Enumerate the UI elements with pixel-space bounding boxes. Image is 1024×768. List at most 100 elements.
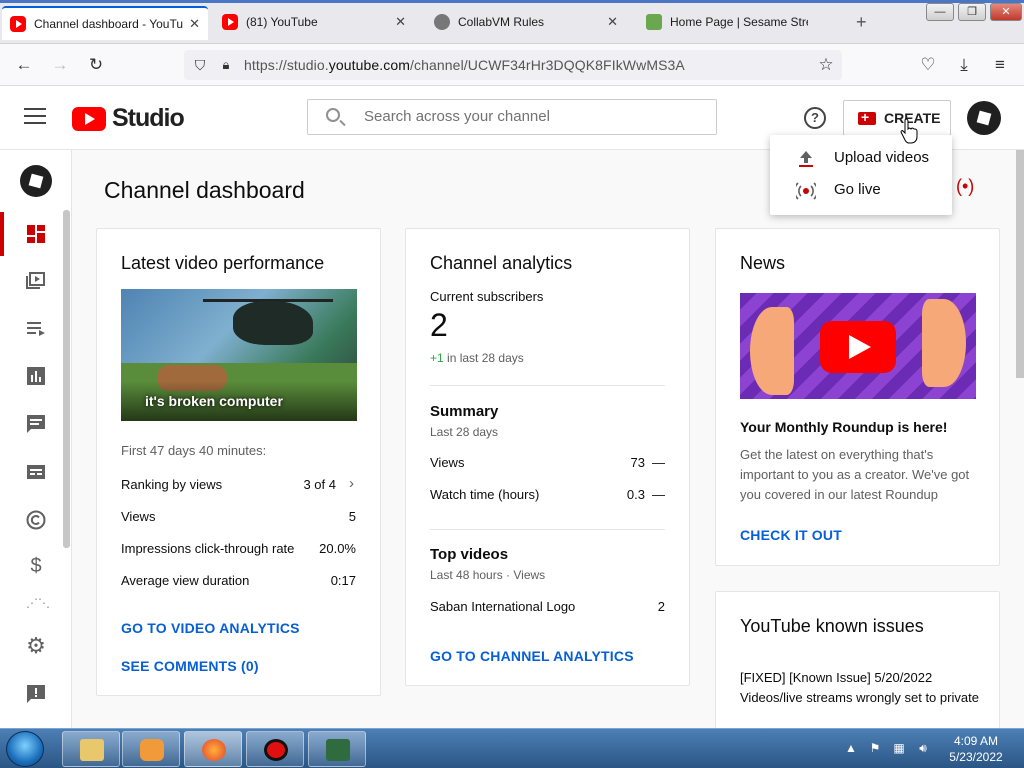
card-title: Latest video performance: [121, 253, 325, 273]
studio-logo[interactable]: Studio: [72, 104, 185, 133]
tab-sesame-street[interactable]: Home Page | Sesame Street: [638, 6, 816, 38]
stat-label: Average view duration: [121, 573, 250, 588]
news-body: Get the latest on everything that's impo…: [740, 447, 970, 502]
channel-avatar[interactable]: [20, 165, 52, 197]
sidebar-item-dashboard[interactable]: [0, 210, 68, 256]
chevron-right-icon[interactable]: ›: [349, 475, 354, 492]
reload-icon[interactable]: ↻: [84, 53, 108, 77]
sidebar-item-copyright[interactable]: [0, 500, 68, 540]
tab-youtube[interactable]: (81) YouTube ✕: [214, 6, 414, 38]
sesame-favicon-icon: [646, 14, 662, 30]
go-to-video-analytics-link[interactable]: GO TO VIDEO ANALYTICS: [121, 620, 300, 636]
help-icon[interactable]: ?: [804, 107, 826, 129]
stat-row: Views 5: [121, 509, 356, 524]
new-tab-button[interactable]: +: [856, 12, 867, 33]
youtube-favicon-icon: [222, 14, 238, 30]
youtube-favicon-icon: [10, 16, 26, 32]
back-arrow-icon[interactable]: ←: [12, 53, 36, 77]
taskbar-media-player-button[interactable]: [122, 731, 180, 767]
tab-close-icon[interactable]: ✕: [395, 14, 406, 30]
firefox-icon: [202, 739, 226, 761]
menu-item-upload-videos[interactable]: Upload videos: [770, 143, 952, 173]
see-comments-link[interactable]: SEE COMMENTS (0): [121, 658, 259, 674]
forward-arrow-icon[interactable]: →: [48, 53, 72, 77]
pocket-icon[interactable]: ♡: [916, 53, 940, 77]
taskbar-explorer-button[interactable]: [62, 731, 120, 767]
shield-icon[interactable]: ⛉: [188, 53, 212, 77]
summary-label: Views: [430, 455, 465, 470]
known-issues-card: YouTube known issues [FIXED] [Known Issu…: [715, 591, 1000, 728]
sidebar-item-content[interactable]: [0, 260, 68, 300]
summary-row: Views 73 —: [430, 455, 665, 470]
main-scrollbar[interactable]: [1016, 150, 1024, 378]
sidebar-item-subtitles[interactable]: [0, 452, 68, 492]
dashboard-icon: [27, 225, 45, 243]
volume-icon[interactable]: 🔊︎: [916, 741, 930, 755]
search-input[interactable]: [364, 108, 704, 125]
sidebar-item-analytics[interactable]: [0, 356, 68, 396]
clock-date: 5/23/2022: [949, 750, 1003, 764]
sidebar-item-settings[interactable]: ⚙: [0, 628, 68, 668]
sidebar-item-feedback[interactable]: [0, 676, 68, 716]
stat-label: Impressions click-through rate: [121, 541, 295, 556]
news-headline: Your Monthly Roundup is here!: [740, 419, 948, 435]
feedback-icon: [27, 685, 45, 703]
top-videos-title: Top videos: [430, 546, 509, 563]
windows-start-icon[interactable]: [6, 731, 44, 767]
known-issue-text[interactable]: [FIXED] [Known Issue] 5/20/2022 Videos/l…: [740, 668, 980, 708]
subtitles-icon: [27, 465, 45, 479]
bookmark-star-icon[interactable]: ☆: [814, 53, 838, 77]
tab-close-icon[interactable]: ✕: [607, 14, 618, 30]
minimize-button[interactable]: —: [926, 3, 954, 21]
top-video-row[interactable]: Saban International Logo 2: [430, 599, 665, 614]
stat-row: Average view duration 0:17: [121, 573, 356, 588]
divider: [430, 529, 665, 530]
sidebar-item-playlists[interactable]: [0, 308, 68, 348]
menu-item-go-live[interactable]: Go live: [770, 175, 952, 205]
sidebar-item-comments[interactable]: [0, 404, 68, 444]
tab-close-icon[interactable]: ✕: [189, 16, 200, 32]
go-to-channel-analytics-link[interactable]: GO TO CHANNEL ANALYTICS: [430, 648, 634, 664]
taskbar-clock[interactable]: 4:09 AM 5/23/2022: [940, 733, 1012, 765]
hand-cursor-icon: [900, 118, 918, 144]
comments-icon: [27, 415, 45, 433]
tab-label: Home Page | Sesame Street: [670, 15, 808, 29]
top-video-views: 2: [657, 599, 665, 614]
create-button[interactable]: CREATE: [843, 100, 951, 136]
tab-channel-dashboard[interactable]: Channel dashboard - YouTube Studio ✕: [2, 6, 208, 40]
downloads-icon[interactable]: ⤓: [952, 53, 976, 77]
action-center-icon[interactable]: ⚑: [868, 741, 882, 755]
summary-label: Watch time (hours): [430, 487, 540, 502]
menu-hamburger-icon[interactable]: ≡: [988, 53, 1012, 77]
stat-label: Views: [121, 509, 156, 524]
lock-icon[interactable]: 🔒︎: [214, 53, 238, 77]
tab-collabvm-rules[interactable]: CollabVM Rules ✕: [426, 6, 626, 38]
left-sidebar: $ ⋰⋱ ⚙: [0, 150, 72, 728]
news-image[interactable]: [740, 293, 976, 399]
menu-icon[interactable]: [24, 108, 46, 126]
stat-row[interactable]: Ranking by views 3 of 4 ›: [121, 475, 356, 492]
dollar-icon: $: [30, 555, 42, 577]
youtube-play-icon: [820, 321, 896, 373]
taskbar-recorder-button[interactable]: [246, 731, 304, 767]
go-live-icon[interactable]: (•): [956, 176, 974, 197]
url-bar[interactable]: ⛉ 🔒︎ https://studio.youtube.com/channel/…: [184, 50, 842, 80]
latest-video-card: Latest video performance it's broken com…: [96, 228, 381, 696]
video-thumbnail[interactable]: it's broken computer: [121, 289, 357, 421]
close-window-button[interactable]: ✕: [990, 3, 1022, 21]
taskbar-monitor-button[interactable]: [308, 731, 366, 767]
network-icon[interactable]: ▦: [892, 741, 906, 755]
search-box[interactable]: [307, 99, 717, 135]
logo-text: Studio: [112, 104, 185, 132]
check-it-out-link[interactable]: CHECK IT OUT: [740, 527, 842, 543]
stat-label: Ranking by views: [121, 477, 223, 492]
live-icon: [796, 182, 816, 200]
stat-value: 20.0%: [319, 541, 356, 556]
restore-button[interactable]: ❐: [958, 3, 986, 21]
sidebar-item-earn[interactable]: $: [0, 548, 68, 588]
account-avatar[interactable]: [967, 101, 1001, 135]
taskbar-firefox-button[interactable]: [184, 731, 242, 767]
tab-label: Channel dashboard - YouTube Studio: [34, 17, 184, 31]
clock-time: 4:09 AM: [953, 734, 999, 748]
show-hidden-icons-icon[interactable]: ▲: [844, 741, 858, 755]
